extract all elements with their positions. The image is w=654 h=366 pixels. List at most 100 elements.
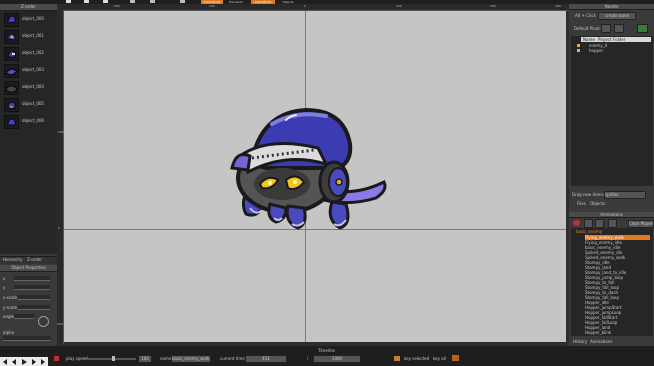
object-label: object_002 <box>22 50 44 55</box>
ruler-label: -100 <box>208 4 215 8</box>
list-item[interactable]: object_001 <box>2 29 56 44</box>
object-thumbnail <box>4 98 19 112</box>
angle-dial[interactable] <box>38 316 49 327</box>
list-item[interactable]: object_005 <box>2 97 56 112</box>
object-thumbnail <box>4 13 19 27</box>
length-field[interactable]: 1000 <box>313 355 361 363</box>
key-selected-button[interactable]: key selected <box>404 356 429 361</box>
tab-objects-right[interactable]: Objects <box>590 201 605 206</box>
toolbar-icon-5[interactable] <box>150 0 155 3</box>
prop-xscale-field[interactable] <box>18 295 50 300</box>
tree-item[interactable]: hopper <box>589 48 603 53</box>
palette-header: Palette <box>569 4 654 10</box>
prop-yscale-label: y-scale <box>3 305 18 310</box>
tree-header-folder: Project Folder <box>598 37 626 42</box>
step-back-icon[interactable] <box>12 359 16 365</box>
toolbar-icon-6[interactable] <box>180 0 185 3</box>
forward-icon[interactable] <box>41 359 45 365</box>
list-item[interactable]: object_004 <box>2 80 56 95</box>
anim-add-button[interactable] <box>584 219 593 228</box>
play-speed-field[interactable]: 100 <box>138 355 152 363</box>
ruler-label: -100 <box>57 130 64 134</box>
enemy-sprite[interactable] <box>226 104 396 239</box>
default-pivot-label: Default Pivot: <box>574 26 602 31</box>
prop-alpha-field[interactable] <box>3 336 51 341</box>
object-label: object_001 <box>22 33 44 38</box>
prop-x-label: x <box>3 276 6 281</box>
name-label: name <box>160 356 172 361</box>
list-item[interactable]: object_002 <box>2 46 56 61</box>
tab-animations-bottom[interactable]: Animations <box>590 339 612 344</box>
animation-list-item[interactable]: Hopper_blink <box>585 330 650 335</box>
project-tree <box>571 36 653 186</box>
ruler-label: -200 <box>113 4 120 8</box>
list-item[interactable]: object_003 <box>2 63 56 78</box>
tab-history[interactable]: History <box>573 339 587 344</box>
animation-name-field[interactable]: basic_enemy_walk <box>171 355 211 363</box>
ruler-label: 100 <box>57 322 63 326</box>
object-label: object_000 <box>22 16 44 21</box>
tab-hierarchy[interactable]: Hierarchy <box>3 257 22 262</box>
ruler-label: 100 <box>396 4 402 8</box>
prop-xscale-label: x-scale <box>3 295 18 300</box>
toolbar-icon-4[interactable] <box>130 0 135 3</box>
create-bone-button[interactable]: create bone <box>598 12 636 20</box>
object-label: object_006 <box>22 118 44 123</box>
ruler-label: 300 <box>555 4 561 8</box>
key-options-icon[interactable] <box>452 355 459 361</box>
play-speed-handle[interactable] <box>112 356 115 361</box>
folder-icon <box>577 44 580 47</box>
prop-yscale-field[interactable] <box>18 305 50 310</box>
current-time-label: current time <box>220 356 245 361</box>
prop-y-label: y <box>3 285 6 290</box>
length-separator: / <box>307 356 309 361</box>
current-time-field[interactable]: 451 <box>245 355 287 363</box>
folder-icon <box>577 49 580 52</box>
rewind-icon[interactable] <box>3 359 7 365</box>
object-label: object_003 <box>22 67 44 72</box>
animation-group-label: basic_enemy <box>576 229 603 234</box>
drag-mode-select[interactable]: sprites <box>604 191 646 199</box>
play-speed-slider[interactable] <box>86 358 136 360</box>
toolbar-icon-1[interactable] <box>66 0 71 3</box>
timeline-title: Timeline <box>318 348 336 353</box>
record-icon[interactable] <box>54 356 59 361</box>
prop-y-field[interactable] <box>14 285 50 290</box>
object-thumbnail <box>4 47 19 61</box>
pivot-button-1[interactable] <box>601 24 611 33</box>
refresh-icon[interactable] <box>637 24 648 33</box>
toolbar-icon-3[interactable] <box>103 0 108 3</box>
pivot-button-2[interactable] <box>614 24 624 33</box>
object-label: object_004 <box>22 84 44 89</box>
object-thumbnail <box>4 64 19 78</box>
prop-x-field[interactable] <box>14 276 50 281</box>
object-thumbnail <box>4 115 19 129</box>
ruler-label: 0 <box>58 226 60 230</box>
toolbar-icon-2[interactable] <box>84 0 89 3</box>
ruler-label: 0 <box>304 4 306 8</box>
animations-header: Animations <box>569 212 654 218</box>
ruler-label: 200 <box>490 4 496 8</box>
key-all-button[interactable]: key all <box>433 356 446 361</box>
play-icon[interactable] <box>22 359 27 365</box>
list-item[interactable]: object_000 <box>2 12 56 27</box>
prop-alpha-label: alpha <box>3 330 15 335</box>
play-speed-label: play speed <box>66 356 88 361</box>
anim-settings-button[interactable] <box>608 219 617 228</box>
prop-angle-label: angle <box>3 314 15 319</box>
alt-click-label: Alt + Click <box>575 13 596 18</box>
step-forward-icon[interactable] <box>32 359 36 365</box>
anim-delete-button[interactable] <box>573 220 580 226</box>
clear-player-button[interactable]: Clear Player <box>628 220 654 228</box>
object-thumbnail <box>4 30 19 44</box>
list-item[interactable]: object_006 <box>2 114 56 129</box>
tab-files[interactable]: Files <box>577 201 586 206</box>
anim-dup-button[interactable] <box>595 219 604 228</box>
tab-z-order[interactable]: Z-order <box>27 257 42 262</box>
left-ruler <box>57 10 64 344</box>
tree-header-name: Name <box>583 37 595 42</box>
object-label: object_005 <box>22 101 44 106</box>
z-order-header: Z-order <box>0 4 57 11</box>
prop-angle-field[interactable] <box>14 314 34 319</box>
key-selected-icon[interactable] <box>394 356 400 361</box>
